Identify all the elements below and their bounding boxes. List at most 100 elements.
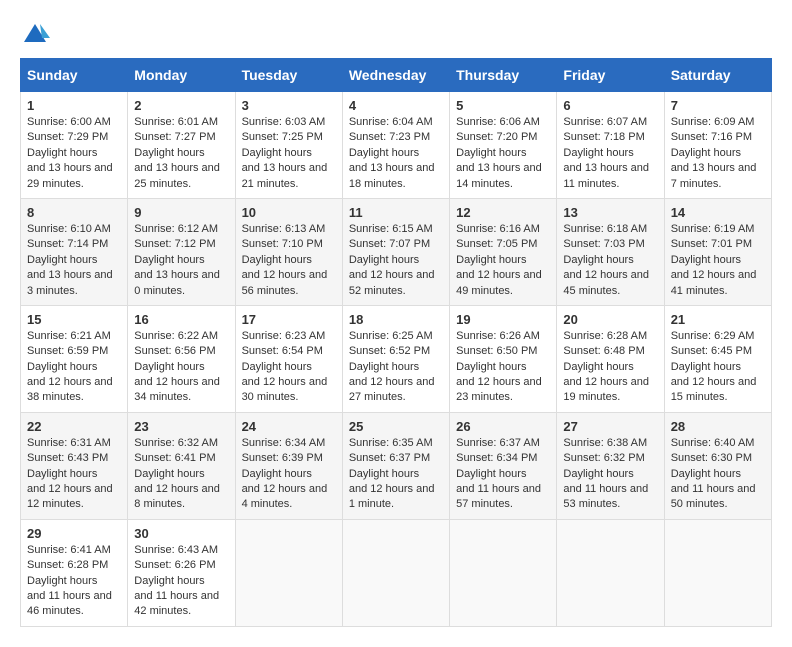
header-cell-wednesday: Wednesday — [342, 59, 449, 92]
day-cell: 19 Sunrise: 6:26 AMSunset: 6:50 PMDayligh… — [450, 305, 557, 412]
header-cell-thursday: Thursday — [450, 59, 557, 92]
cell-text: Sunrise: 6:19 AMSunset: 7:01 PMDaylight … — [671, 223, 757, 297]
day-number: 3 — [242, 98, 336, 113]
week-row-2: 8Sunrise: 6:10 AMSunset: 7:14 PMDaylight… — [21, 198, 772, 305]
header-cell-monday: Monday — [128, 59, 235, 92]
cell-text: Sunrise: 6:26 AMSunset: 6:50 PMDaylight … — [456, 330, 542, 404]
day-number: 11 — [349, 205, 443, 220]
cell-text: Sunrise: 6:09 AMSunset: 7:16 PMDaylight … — [671, 116, 757, 190]
day-cell — [450, 519, 557, 626]
cell-text: Sunrise: 6:41 AMSunset: 6:28 PMDaylight … — [27, 544, 112, 618]
header-row: SundayMondayTuesdayWednesdayThursdayFrid… — [21, 59, 772, 92]
day-cell: 2 Sunrise: 6:01 AMSunset: 7:27 PMDaylight… — [128, 92, 235, 199]
day-number: 18 — [349, 312, 443, 327]
header-cell-sunday: Sunday — [21, 59, 128, 92]
cell-text: Sunrise: 6:12 AMSunset: 7:12 PMDaylight … — [134, 223, 220, 297]
cell-text: Sunrise: 6:43 AMSunset: 6:26 PMDaylight … — [134, 544, 219, 618]
cell-text: Sunrise: 6:23 AMSunset: 6:54 PMDaylight … — [242, 330, 328, 404]
day-cell: 26 Sunrise: 6:37 AMSunset: 6:34 PMDayligh… — [450, 412, 557, 519]
day-cell: 29 Sunrise: 6:41 AMSunset: 6:28 PMDayligh… — [21, 519, 128, 626]
calendar-table: SundayMondayTuesdayWednesdayThursdayFrid… — [20, 58, 772, 627]
day-number: 25 — [349, 419, 443, 434]
day-cell: 1 Sunrise: 6:00 AMSunset: 7:29 PMDaylight… — [21, 92, 128, 199]
day-number: 28 — [671, 419, 765, 434]
cell-text: Sunrise: 6:34 AMSunset: 6:39 PMDaylight … — [242, 437, 328, 511]
day-number: 26 — [456, 419, 550, 434]
day-cell: 9 Sunrise: 6:12 AMSunset: 7:12 PMDaylight… — [128, 198, 235, 305]
header-cell-tuesday: Tuesday — [235, 59, 342, 92]
day-cell: 7 Sunrise: 6:09 AMSunset: 7:16 PMDaylight… — [664, 92, 771, 199]
day-cell: 15Sunrise: 6:21 AMSunset: 6:59 PMDayligh… — [21, 305, 128, 412]
day-number: 29 — [27, 526, 121, 541]
cell-text: Sunrise: 6:38 AMSunset: 6:32 PMDaylight … — [563, 437, 648, 511]
day-number: 9 — [134, 205, 228, 220]
logo-icon — [20, 20, 50, 50]
day-number: 16 — [134, 312, 228, 327]
day-cell — [342, 519, 449, 626]
cell-text: Sunrise: 6:07 AMSunset: 7:18 PMDaylight … — [563, 116, 649, 190]
day-cell: 8Sunrise: 6:10 AMSunset: 7:14 PMDaylight… — [21, 198, 128, 305]
day-number: 21 — [671, 312, 765, 327]
day-cell: 12 Sunrise: 6:16 AMSunset: 7:05 PMDayligh… — [450, 198, 557, 305]
day-number: 1 — [27, 98, 121, 113]
day-cell: 20Sunrise: 6:28 AMSunset: 6:48 PMDayligh… — [557, 305, 664, 412]
day-number: 24 — [242, 419, 336, 434]
week-row-1: 1 Sunrise: 6:00 AMSunset: 7:29 PMDaylight… — [21, 92, 772, 199]
day-number: 27 — [563, 419, 657, 434]
cell-text: Sunrise: 6:06 AMSunset: 7:20 PMDaylight … — [456, 116, 542, 190]
day-cell: 16 Sunrise: 6:22 AMSunset: 6:56 PMDayligh… — [128, 305, 235, 412]
week-row-4: 22 Sunrise: 6:31 AMSunset: 6:43 PMDayligh… — [21, 412, 772, 519]
cell-text: Sunrise: 6:00 AMSunset: 7:29 PMDaylight … — [27, 116, 113, 190]
header-cell-saturday: Saturday — [664, 59, 771, 92]
cell-text: Sunrise: 6:25 AMSunset: 6:52 PMDaylight … — [349, 330, 435, 404]
day-number: 17 — [242, 312, 336, 327]
cell-text: Sunrise: 6:13 AMSunset: 7:10 PMDaylight … — [242, 223, 328, 297]
logo — [20, 20, 54, 50]
day-cell: 17 Sunrise: 6:23 AMSunset: 6:54 PMDayligh… — [235, 305, 342, 412]
week-row-5: 29 Sunrise: 6:41 AMSunset: 6:28 PMDayligh… — [21, 519, 772, 626]
day-cell: 25Sunrise: 6:35 AMSunset: 6:37 PMDayligh… — [342, 412, 449, 519]
cell-text: Sunrise: 6:31 AMSunset: 6:43 PMDaylight … — [27, 437, 113, 511]
cell-text: Sunrise: 6:04 AMSunset: 7:23 PMDaylight … — [349, 116, 435, 190]
day-cell: 18 Sunrise: 6:25 AMSunset: 6:52 PMDayligh… — [342, 305, 449, 412]
day-number: 15 — [27, 312, 121, 327]
day-number: 19 — [456, 312, 550, 327]
day-number: 22 — [27, 419, 121, 434]
cell-text: Sunrise: 6:03 AMSunset: 7:25 PMDaylight … — [242, 116, 328, 190]
day-number: 8 — [27, 205, 121, 220]
day-cell — [235, 519, 342, 626]
calendar-header: SundayMondayTuesdayWednesdayThursdayFrid… — [21, 59, 772, 92]
cell-text: Sunrise: 6:01 AMSunset: 7:27 PMDaylight … — [134, 116, 220, 190]
day-cell — [557, 519, 664, 626]
day-cell: 13Sunrise: 6:18 AMSunset: 7:03 PMDayligh… — [557, 198, 664, 305]
cell-text: Sunrise: 6:18 AMSunset: 7:03 PMDaylight … — [563, 223, 649, 297]
day-cell: 6Sunrise: 6:07 AMSunset: 7:18 PMDaylight… — [557, 92, 664, 199]
header-cell-friday: Friday — [557, 59, 664, 92]
day-number: 12 — [456, 205, 550, 220]
day-cell: 22 Sunrise: 6:31 AMSunset: 6:43 PMDayligh… — [21, 412, 128, 519]
week-row-3: 15Sunrise: 6:21 AMSunset: 6:59 PMDayligh… — [21, 305, 772, 412]
cell-text: Sunrise: 6:29 AMSunset: 6:45 PMDaylight … — [671, 330, 757, 404]
day-number: 7 — [671, 98, 765, 113]
day-cell: 21 Sunrise: 6:29 AMSunset: 6:45 PMDayligh… — [664, 305, 771, 412]
day-cell: 23Sunrise: 6:32 AMSunset: 6:41 PMDayligh… — [128, 412, 235, 519]
cell-text: Sunrise: 6:40 AMSunset: 6:30 PMDaylight … — [671, 437, 756, 511]
calendar-body: 1 Sunrise: 6:00 AMSunset: 7:29 PMDaylight… — [21, 92, 772, 627]
cell-text: Sunrise: 6:22 AMSunset: 6:56 PMDaylight … — [134, 330, 220, 404]
day-cell: 3 Sunrise: 6:03 AMSunset: 7:25 PMDaylight… — [235, 92, 342, 199]
day-cell: 27 Sunrise: 6:38 AMSunset: 6:32 PMDayligh… — [557, 412, 664, 519]
cell-text: Sunrise: 6:16 AMSunset: 7:05 PMDaylight … — [456, 223, 542, 297]
cell-text: Sunrise: 6:37 AMSunset: 6:34 PMDaylight … — [456, 437, 541, 511]
day-cell — [664, 519, 771, 626]
day-cell: 10Sunrise: 6:13 AMSunset: 7:10 PMDayligh… — [235, 198, 342, 305]
cell-text: Sunrise: 6:32 AMSunset: 6:41 PMDaylight … — [134, 437, 220, 511]
day-number: 2 — [134, 98, 228, 113]
day-cell: 28 Sunrise: 6:40 AMSunset: 6:30 PMDayligh… — [664, 412, 771, 519]
day-cell: 14Sunrise: 6:19 AMSunset: 7:01 PMDayligh… — [664, 198, 771, 305]
day-cell: 5Sunrise: 6:06 AMSunset: 7:20 PMDaylight… — [450, 92, 557, 199]
day-cell: 24 Sunrise: 6:34 AMSunset: 6:39 PMDayligh… — [235, 412, 342, 519]
day-cell: 11 Sunrise: 6:15 AMSunset: 7:07 PMDayligh… — [342, 198, 449, 305]
day-cell: 4Sunrise: 6:04 AMSunset: 7:23 PMDaylight… — [342, 92, 449, 199]
cell-text: Sunrise: 6:15 AMSunset: 7:07 PMDaylight … — [349, 223, 435, 297]
day-number: 20 — [563, 312, 657, 327]
